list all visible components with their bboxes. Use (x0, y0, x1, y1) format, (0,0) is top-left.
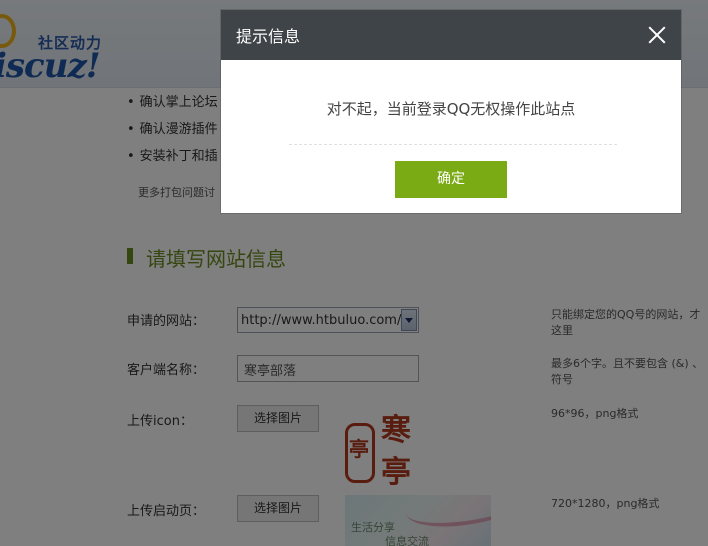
dialog-header: 提示信息 (221, 10, 681, 60)
dialog-divider (289, 144, 617, 145)
dialog-message: 对不起，当前登录QQ无权操作此站点 (326, 100, 576, 118)
dialog-title: 提示信息 (236, 27, 301, 46)
close-icon[interactable] (645, 23, 669, 47)
confirm-button[interactable]: 确定 (395, 161, 507, 198)
alert-dialog: 提示信息 对不起，当前登录QQ无权操作此站点 确定 (221, 10, 681, 213)
